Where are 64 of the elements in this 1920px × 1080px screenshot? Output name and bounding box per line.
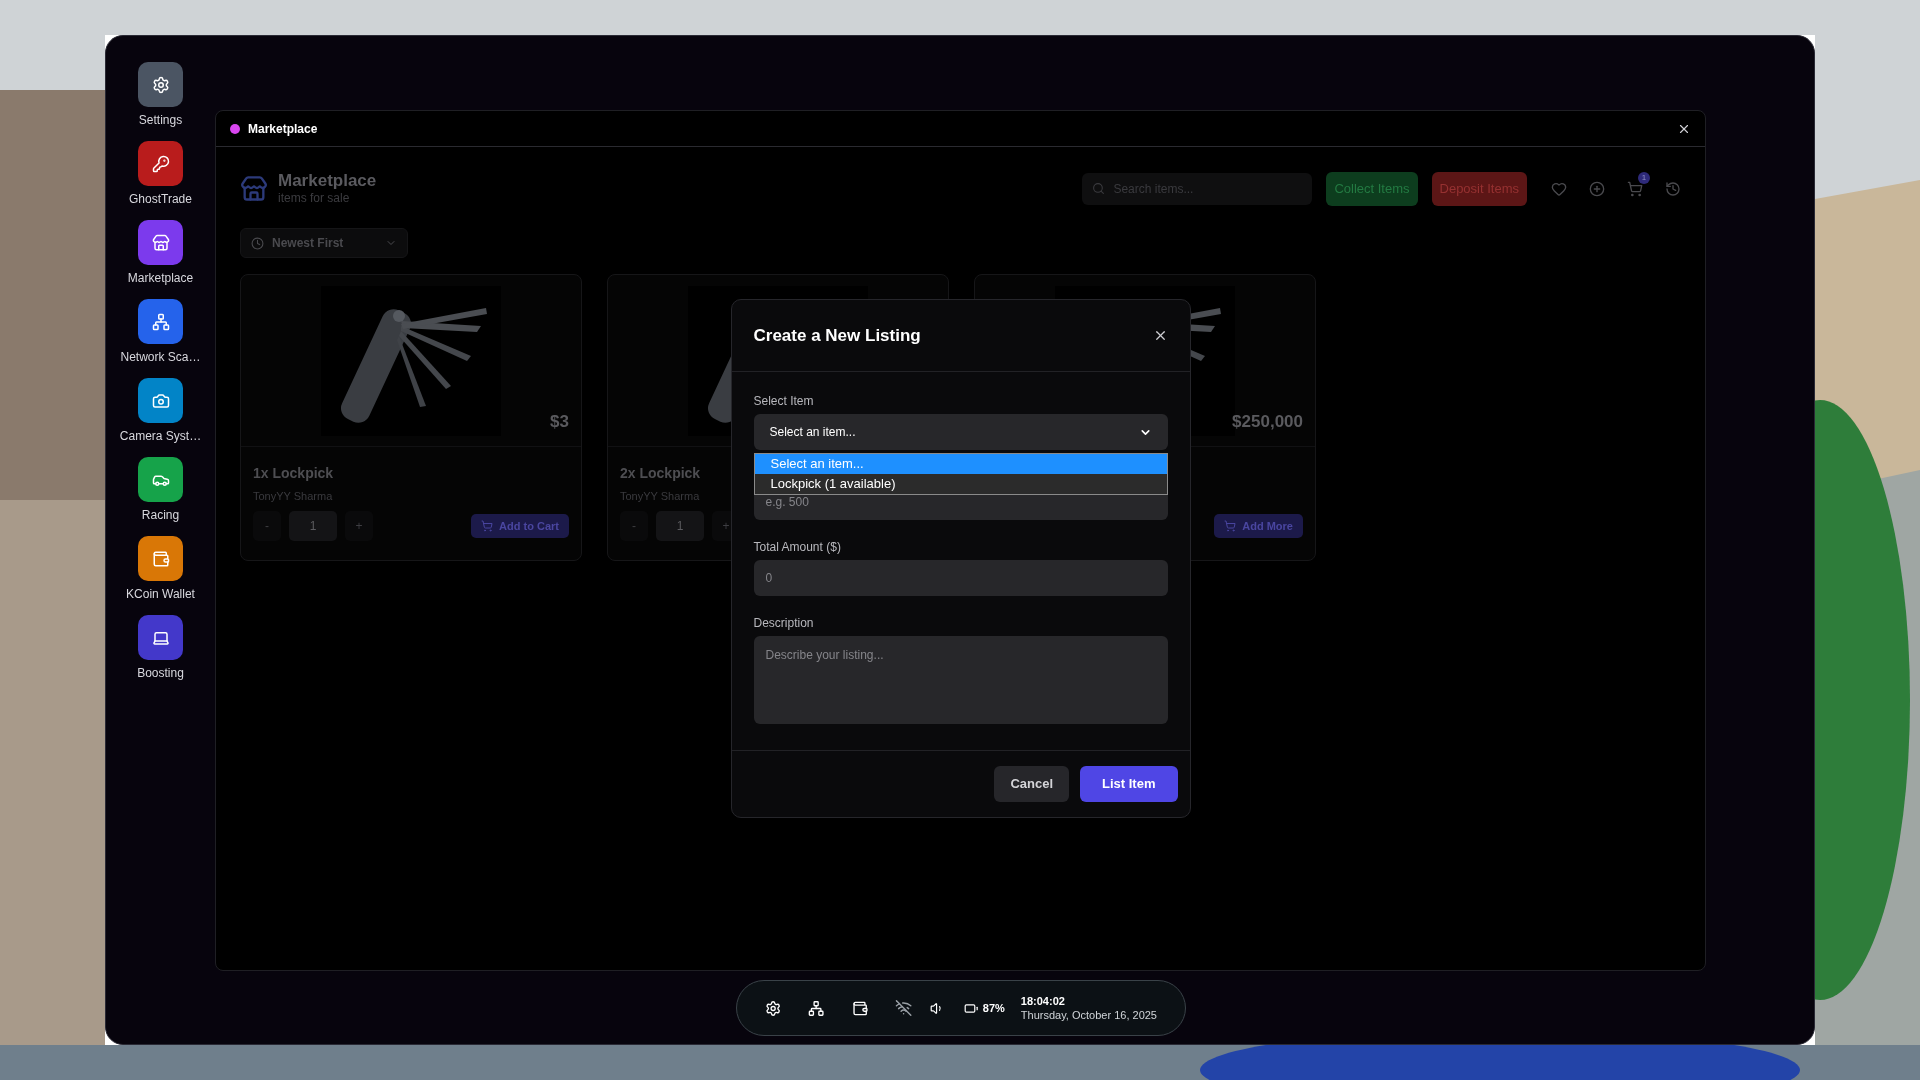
increment-button[interactable]: + xyxy=(345,511,373,541)
action-button[interactable]: Collect Items xyxy=(1326,171,1418,206)
quantity-field[interactable]: 1 xyxy=(656,511,704,541)
item-price: $250,000 xyxy=(1232,410,1303,433)
wallet-icon xyxy=(151,549,170,568)
input-field[interactable]: 0 xyxy=(753,560,1168,596)
clock-time: 18:04:02 xyxy=(1020,994,1066,1008)
settings-icon[interactable] xyxy=(765,999,782,1017)
app-tile[interactable] xyxy=(138,378,183,423)
app-tile[interactable] xyxy=(138,141,183,186)
store-icon xyxy=(240,174,268,203)
wallet-icon[interactable] xyxy=(851,999,868,1017)
app-tile[interactable] xyxy=(138,615,183,660)
clock-icon xyxy=(251,236,264,250)
item-select[interactable]: Select an item... xyxy=(753,414,1168,450)
dialog-button[interactable]: List Item xyxy=(1080,766,1178,802)
app-label[interactable]: Marketplace xyxy=(127,271,194,285)
network-icon xyxy=(151,312,170,331)
item-title: 2x Lockpick xyxy=(620,465,701,481)
description-field[interactable]: Describe your listing... xyxy=(753,636,1168,724)
battery-level: 87% xyxy=(982,1000,1005,1016)
cart-icon xyxy=(1224,520,1237,532)
action-button[interactable]: Deposit Items xyxy=(1431,171,1527,206)
seller-name: TonyYY Sharma xyxy=(620,490,700,502)
app-tile[interactable] xyxy=(138,299,183,344)
app-label[interactable]: KCoin Wallet xyxy=(126,587,195,601)
settings-icon xyxy=(151,75,170,94)
cart-badge: 1 xyxy=(1638,171,1650,184)
dropdown-option[interactable]: Select an item... xyxy=(754,454,1167,474)
app-tile[interactable] xyxy=(138,62,183,107)
item-title: 1x Lockpick xyxy=(253,465,334,481)
page-title: Marketplace xyxy=(278,171,377,191)
decrement-button[interactable]: - xyxy=(253,511,281,541)
field-label: Total Amount ($) xyxy=(753,540,842,554)
store-icon xyxy=(151,233,170,252)
clock-date: Thursday, October 16, 2025 xyxy=(1020,1008,1157,1022)
page-subtitle: items for sale xyxy=(278,191,351,206)
app-label[interactable]: Network Sca… xyxy=(120,350,201,364)
field-label: Select Item xyxy=(753,394,815,408)
dialog-title: Create a New Listing xyxy=(753,324,921,347)
camera-icon xyxy=(151,391,170,410)
app-label[interactable]: Boosting xyxy=(137,666,184,680)
cart-button[interactable]: Add More xyxy=(1214,514,1303,538)
quantity-field[interactable]: 1 xyxy=(289,511,337,541)
search-icon xyxy=(1092,182,1106,195)
app-label[interactable]: Racing xyxy=(141,508,180,522)
network-icon[interactable] xyxy=(808,999,825,1017)
sort-dropdown[interactable]: Newest First xyxy=(240,228,408,258)
dialog-button[interactable]: Cancel xyxy=(994,766,1070,802)
decrement-button[interactable]: - xyxy=(620,511,648,541)
cart-icon xyxy=(481,520,494,532)
cart-button[interactable]: Add to Cart xyxy=(471,514,569,538)
app-label[interactable]: Camera Syst… xyxy=(119,429,202,443)
app-label[interactable]: Settings xyxy=(138,113,183,127)
app-label[interactable]: GhostTrade xyxy=(129,192,192,206)
window-title: Marketplace xyxy=(248,120,318,138)
app-tile[interactable] xyxy=(138,536,183,581)
seller-name: TonyYY Sharma xyxy=(253,490,333,502)
field-label: Description xyxy=(753,616,815,630)
app-tile[interactable] xyxy=(138,457,183,502)
key-icon xyxy=(151,154,170,173)
item-price: $3 xyxy=(550,410,569,433)
app-tile[interactable] xyxy=(138,220,183,265)
wifi-off-icon[interactable] xyxy=(894,999,913,1017)
